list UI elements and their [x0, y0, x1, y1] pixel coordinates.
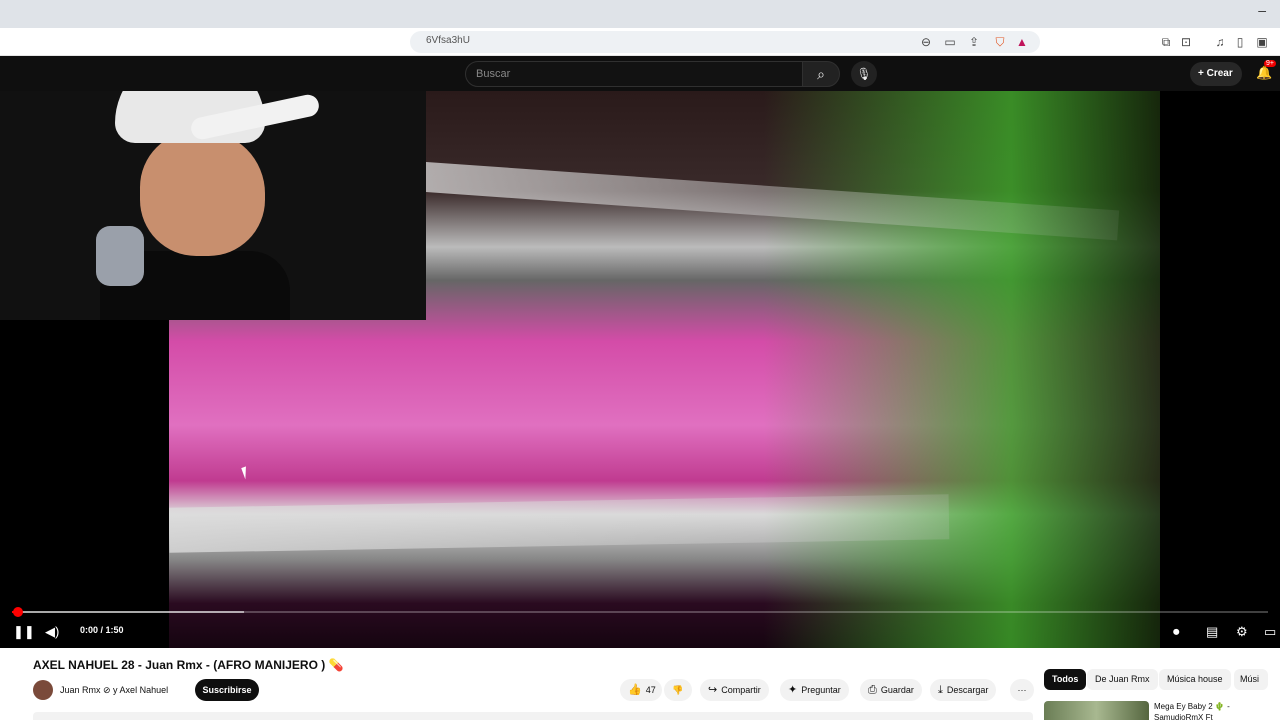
youtube-header: Buscar ⌕ 🎙 + Crear 🔔 9+ — [0, 56, 1280, 91]
gear-icon: ⚙ — [1236, 624, 1248, 639]
cast-icon[interactable]: ▭ — [942, 34, 958, 50]
brave-shields-icon[interactable]: ⛉ — [992, 34, 1008, 50]
description-box[interactable] — [33, 712, 1033, 720]
like-button[interactable]: 👍 47 — [620, 679, 662, 701]
save-label: Guardar — [880, 685, 914, 695]
time-display: 0:00 / 1:50 — [80, 625, 124, 635]
bookmark-icon: ⎙ — [868, 684, 877, 696]
volume-icon: ◀) — [45, 624, 60, 639]
url-text[interactable]: 6Vfsa3hU — [426, 35, 470, 46]
chip-musica-house[interactable]: Música house — [1159, 669, 1231, 690]
miniplayer-icon: ▭ — [1264, 624, 1277, 639]
save-button[interactable]: ⎙ Guardar — [860, 679, 922, 701]
zoom-icon[interactable]: ⊖ — [918, 34, 934, 50]
webcam-overlay — [0, 91, 426, 320]
share-label: Compartir — [721, 685, 761, 695]
pause-icon: ❚❚ — [13, 624, 35, 639]
sparkle-icon: ✦ — [788, 684, 798, 696]
settings-button[interactable]: ⚙ — [1236, 624, 1248, 640]
search-icon: ⌕ — [817, 66, 825, 82]
webcam-microphone — [96, 226, 144, 286]
share-button[interactable]: ↪ Compartir — [700, 679, 769, 701]
create-button[interactable]: + Crear — [1190, 62, 1242, 86]
share-arrow-icon: ↪ — [708, 684, 718, 696]
extensions-icon[interactable]: ⧉ — [1158, 34, 1174, 50]
chip-de-juan-rmx[interactable]: De Juan Rmx — [1087, 669, 1158, 690]
browser-tab-strip: – — [0, 0, 1280, 28]
subtitles-button[interactable]: ▤ — [1206, 624, 1218, 640]
like-count: 47 — [645, 685, 656, 695]
chip-musica[interactable]: Músi — [1234, 669, 1268, 690]
chip-todos[interactable]: Todos — [1044, 669, 1087, 690]
webcam-person-face — [140, 131, 265, 256]
ask-label: Preguntar — [801, 685, 841, 695]
more-dots-icon: ··· — [1017, 685, 1027, 695]
progress-scrubber[interactable] — [13, 607, 24, 617]
search-button[interactable]: ⌕ — [802, 61, 840, 87]
subtitles-icon: ▤ — [1206, 624, 1219, 639]
volume-button[interactable]: ◀) — [45, 624, 59, 640]
create-label: Crear — [1206, 68, 1233, 79]
thumbs-up-icon: 👍 — [628, 684, 642, 696]
minimize-window-button[interactable]: – — [1258, 2, 1266, 18]
autoplay-toggle-icon: ⏺ — [1173, 624, 1180, 639]
video-details: AXEL NAHUEL 28 - Juan Rmx - (AFRO MANIJE… — [0, 648, 1280, 720]
video-title: AXEL NAHUEL 28 - Juan Rmx - (AFRO MANIJE… — [33, 658, 344, 672]
recommended-video-thumbnail[interactable] — [1044, 701, 1149, 720]
pause-button[interactable]: ❚❚ — [13, 624, 35, 640]
channel-avatar[interactable] — [33, 680, 53, 700]
autoplay-toggle[interactable]: ⏺ — [1173, 624, 1180, 640]
thumbs-down-icon: 👎 — [672, 685, 684, 695]
sidebar-icon[interactable]: ▯ — [1232, 34, 1248, 50]
notification-count-badge: 9+ — [1264, 60, 1276, 67]
download-icon: ⤓ — [938, 684, 943, 696]
wallet-icon[interactable]: ▣ — [1254, 34, 1270, 50]
motion-blur-streak — [169, 494, 950, 553]
download-button[interactable]: ⤓ Descargar — [930, 679, 997, 701]
ask-button[interactable]: ✦ Preguntar — [780, 679, 849, 701]
browser-address-bar: 6Vfsa3hU ⊖ ▭ ⇪ ⛉ ▲ ⧉ ⊡ ♫ ▯ ▣ — [0, 28, 1280, 56]
share-icon[interactable]: ⇪ — [966, 34, 982, 50]
recommended-video-title[interactable]: Mega Ey Baby 2 🌵 - SamudioRmX Ft — [1154, 701, 1264, 720]
motion-blur-streak — [418, 161, 1120, 241]
miniplayer-button[interactable]: ▭ — [1264, 624, 1276, 640]
dislike-button[interactable]: 👎 — [664, 679, 692, 701]
video-player[interactable]: ❚❚ ◀) 0:00 / 1:50 ⏺ ▤ ⚙ ▭ — [0, 91, 1280, 648]
more-actions-button[interactable]: ··· — [1010, 679, 1034, 701]
microphone-icon: 🎙 — [856, 67, 872, 81]
subscribe-button[interactable]: Suscribirse — [195, 679, 259, 701]
notifications-bell-icon[interactable]: 🔔 — [1256, 65, 1272, 81]
brave-rewards-icon[interactable]: ▲ — [1014, 34, 1030, 50]
search-placeholder: Buscar — [476, 68, 511, 80]
progress-buffered — [12, 611, 245, 613]
media-icon[interactable]: ♫ — [1212, 34, 1228, 50]
screenshot-icon[interactable]: ⊡ — [1178, 34, 1194, 50]
download-label: Descargar — [946, 685, 989, 695]
search-input[interactable]: Buscar — [465, 61, 803, 87]
voice-search-button[interactable]: 🎙 — [851, 61, 877, 87]
channel-name[interactable]: Juan Rmx ⊘ y Axel Nahuel — [60, 685, 168, 696]
plus-icon: + — [1198, 68, 1207, 79]
